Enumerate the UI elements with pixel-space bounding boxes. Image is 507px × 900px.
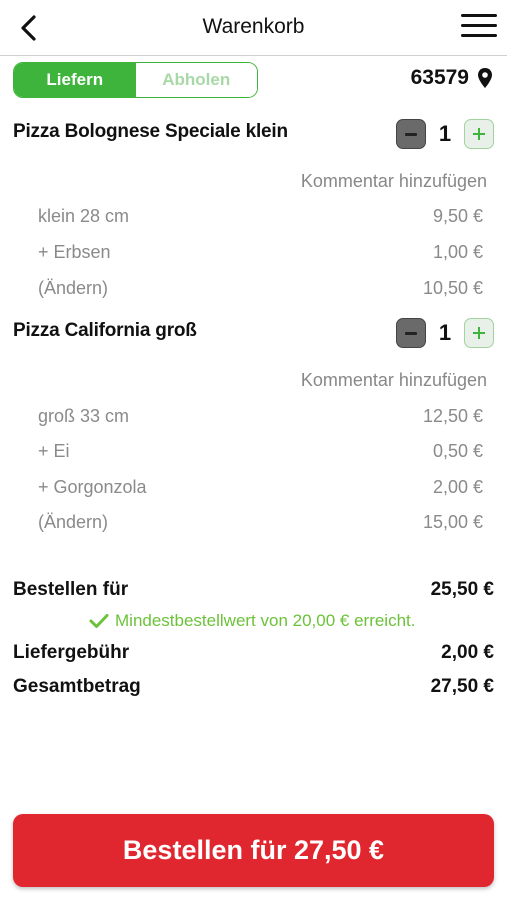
item-option-line: groß 33 cm 12,50 € — [38, 406, 483, 427]
total-row: Gesamtbetrag 27,50 € — [13, 676, 494, 698]
cart-item-name: Pizza Bolognese Speciale klein — [13, 121, 288, 142]
total-label: Gesamtbetrag — [13, 676, 141, 697]
item-change-line: (Ändern) 15,00 € — [38, 512, 483, 533]
option-price: 9,50 € — [432, 206, 483, 226]
menu-button[interactable] — [461, 14, 497, 42]
change-link[interactable]: (Ändern) — [38, 278, 108, 299]
place-order-button[interactable]: Bestellen für 27,50 € — [13, 814, 494, 887]
option-price: 1,00 € — [432, 242, 483, 262]
option-price: 12,50 € — [422, 406, 483, 426]
option-label: + Erbsen — [38, 242, 111, 262]
app-header: Warenkorb — [0, 0, 507, 56]
add-comment-link[interactable]: Kommentar hinzufügen — [301, 171, 487, 192]
quantity-stepper: 1 — [396, 119, 494, 149]
option-label: groß 33 cm — [38, 406, 130, 426]
minimum-order-note: Mindestbestellwert von 20,00 € erreicht. — [89, 611, 416, 631]
add-comment-link[interactable]: Kommentar hinzufügen — [301, 370, 487, 391]
option-label: + Ei — [38, 441, 70, 461]
item-option-line: + Erbsen 1,00 € — [38, 242, 483, 263]
quantity-value: 1 — [438, 320, 452, 345]
item-option-line: + Gorgonzola 2,00 € — [38, 477, 483, 498]
subtotal-value: 25,50 € — [430, 579, 494, 600]
cart-item-name: Pizza California groß — [13, 320, 197, 341]
option-price: 0,50 € — [432, 441, 483, 461]
tab-liefern[interactable]: Liefern — [14, 63, 136, 97]
total-value: 27,50 € — [430, 676, 494, 697]
delivery-fee-label: Liefergebühr — [13, 642, 130, 663]
quantity-stepper: 1 — [396, 318, 494, 348]
change-link[interactable]: (Ändern) — [38, 512, 108, 533]
zip-code: 63579 — [410, 66, 469, 89]
location-selector[interactable]: 63579 — [411, 66, 493, 90]
option-price: 2,00 € — [432, 477, 483, 497]
option-label: klein 28 cm — [38, 206, 130, 226]
quantity-value: 1 — [438, 121, 452, 146]
order-subtotal-row: Bestellen für 25,50 € — [13, 579, 494, 601]
increase-quantity-button[interactable] — [464, 318, 494, 348]
map-pin-icon — [478, 68, 492, 88]
subtotal-label: Bestellen für — [13, 579, 129, 600]
item-option-line: klein 28 cm 9,50 € — [38, 206, 483, 227]
decrease-quantity-button[interactable] — [396, 119, 426, 149]
item-option-line: + Ei 0,50 € — [38, 441, 483, 462]
item-subtotal: 10,50 € — [422, 278, 483, 298]
minimum-order-text: Mindestbestellwert von 20,00 € erreicht. — [115, 611, 416, 630]
decrease-quantity-button[interactable] — [396, 318, 426, 348]
delivery-mode-toggle: Liefern Abholen — [13, 62, 258, 98]
page-title: Warenkorb — [202, 15, 305, 38]
hamburger-icon — [461, 14, 497, 17]
checkmark-icon — [89, 614, 109, 628]
item-change-line: (Ändern) 10,50 € — [38, 278, 483, 299]
tab-abholen[interactable]: Abholen — [135, 63, 257, 97]
delivery-fee-row: Liefergebühr 2,00 € — [13, 642, 494, 664]
item-subtotal: 15,00 € — [422, 512, 483, 532]
delivery-fee-value: 2,00 € — [441, 642, 494, 663]
increase-quantity-button[interactable] — [464, 119, 494, 149]
option-label: + Gorgonzola — [38, 477, 147, 497]
